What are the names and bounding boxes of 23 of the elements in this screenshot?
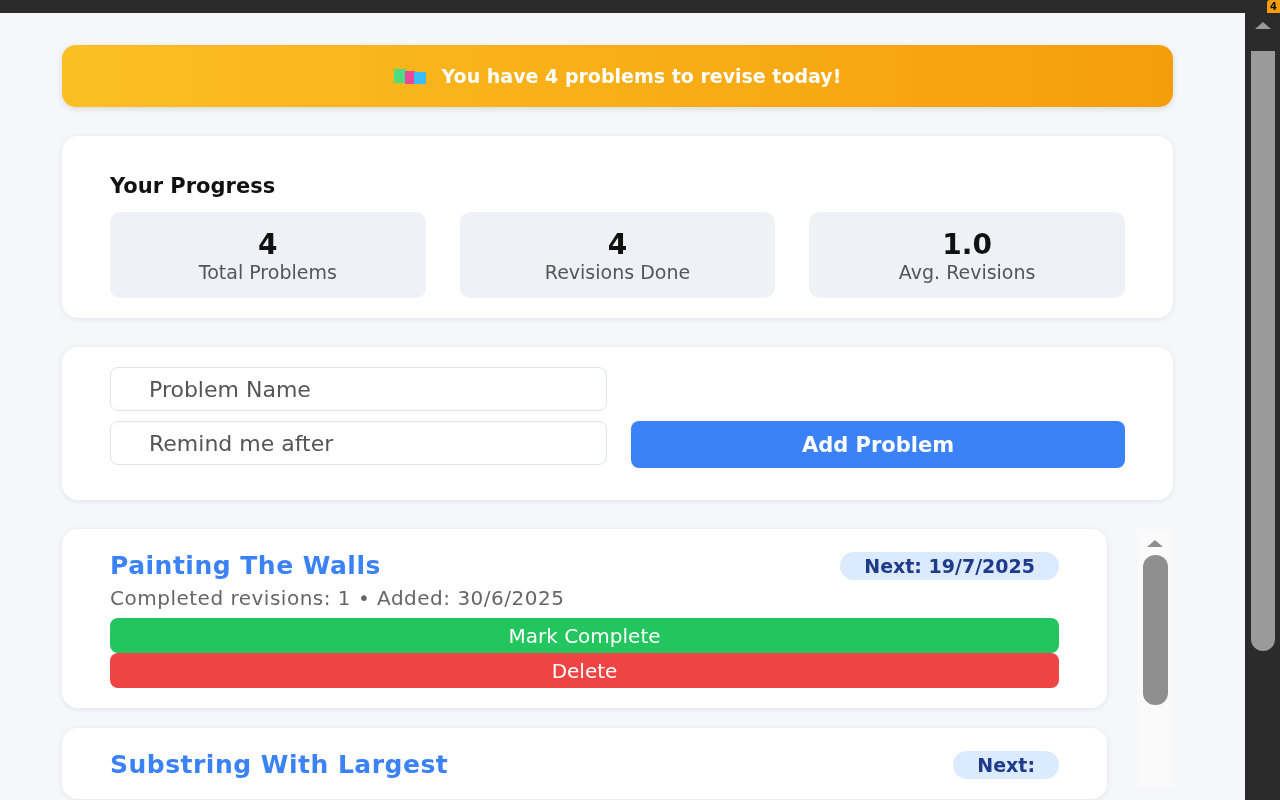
banner-text: You have 4 problems to revise today!: [441, 65, 842, 87]
progress-title: Your Progress: [110, 174, 277, 198]
list-scrollbar-thumb[interactable]: [1142, 555, 1168, 705]
next-date-badge: Next:: [953, 750, 1059, 779]
remind-field[interactable]: Remind me after: [110, 421, 607, 465]
problem-meta: Completed revisions: 1 • Added: 30/6/2025: [110, 586, 566, 610]
stat-value: 1.0: [942, 227, 992, 261]
scroll-up-icon[interactable]: [1145, 537, 1165, 549]
books-icon: [393, 67, 428, 85]
problem-title[interactable]: Painting The Walls: [110, 551, 381, 580]
add-problem-button[interactable]: Add Problem: [631, 421, 1125, 468]
stat-value: 4: [607, 227, 628, 261]
page-scrollbar-thumb[interactable]: [1250, 51, 1275, 651]
stat-label: Total Problems: [198, 260, 337, 283]
next-date-badge: Next: 19/7/2025: [840, 551, 1059, 580]
stat-label: Revisions Done: [544, 260, 691, 283]
stat-value: 4: [258, 227, 278, 261]
problem-title[interactable]: Substring With Largest: [110, 750, 449, 779]
mark-complete-button[interactable]: Mark Complete: [110, 618, 1059, 653]
delete-button[interactable]: Delete: [110, 653, 1059, 688]
stat-label: Avg. Revisions: [898, 260, 1036, 283]
extension-badge: 4: [1267, 0, 1280, 13]
problem-name-field[interactable]: Problem Name: [110, 367, 607, 411]
